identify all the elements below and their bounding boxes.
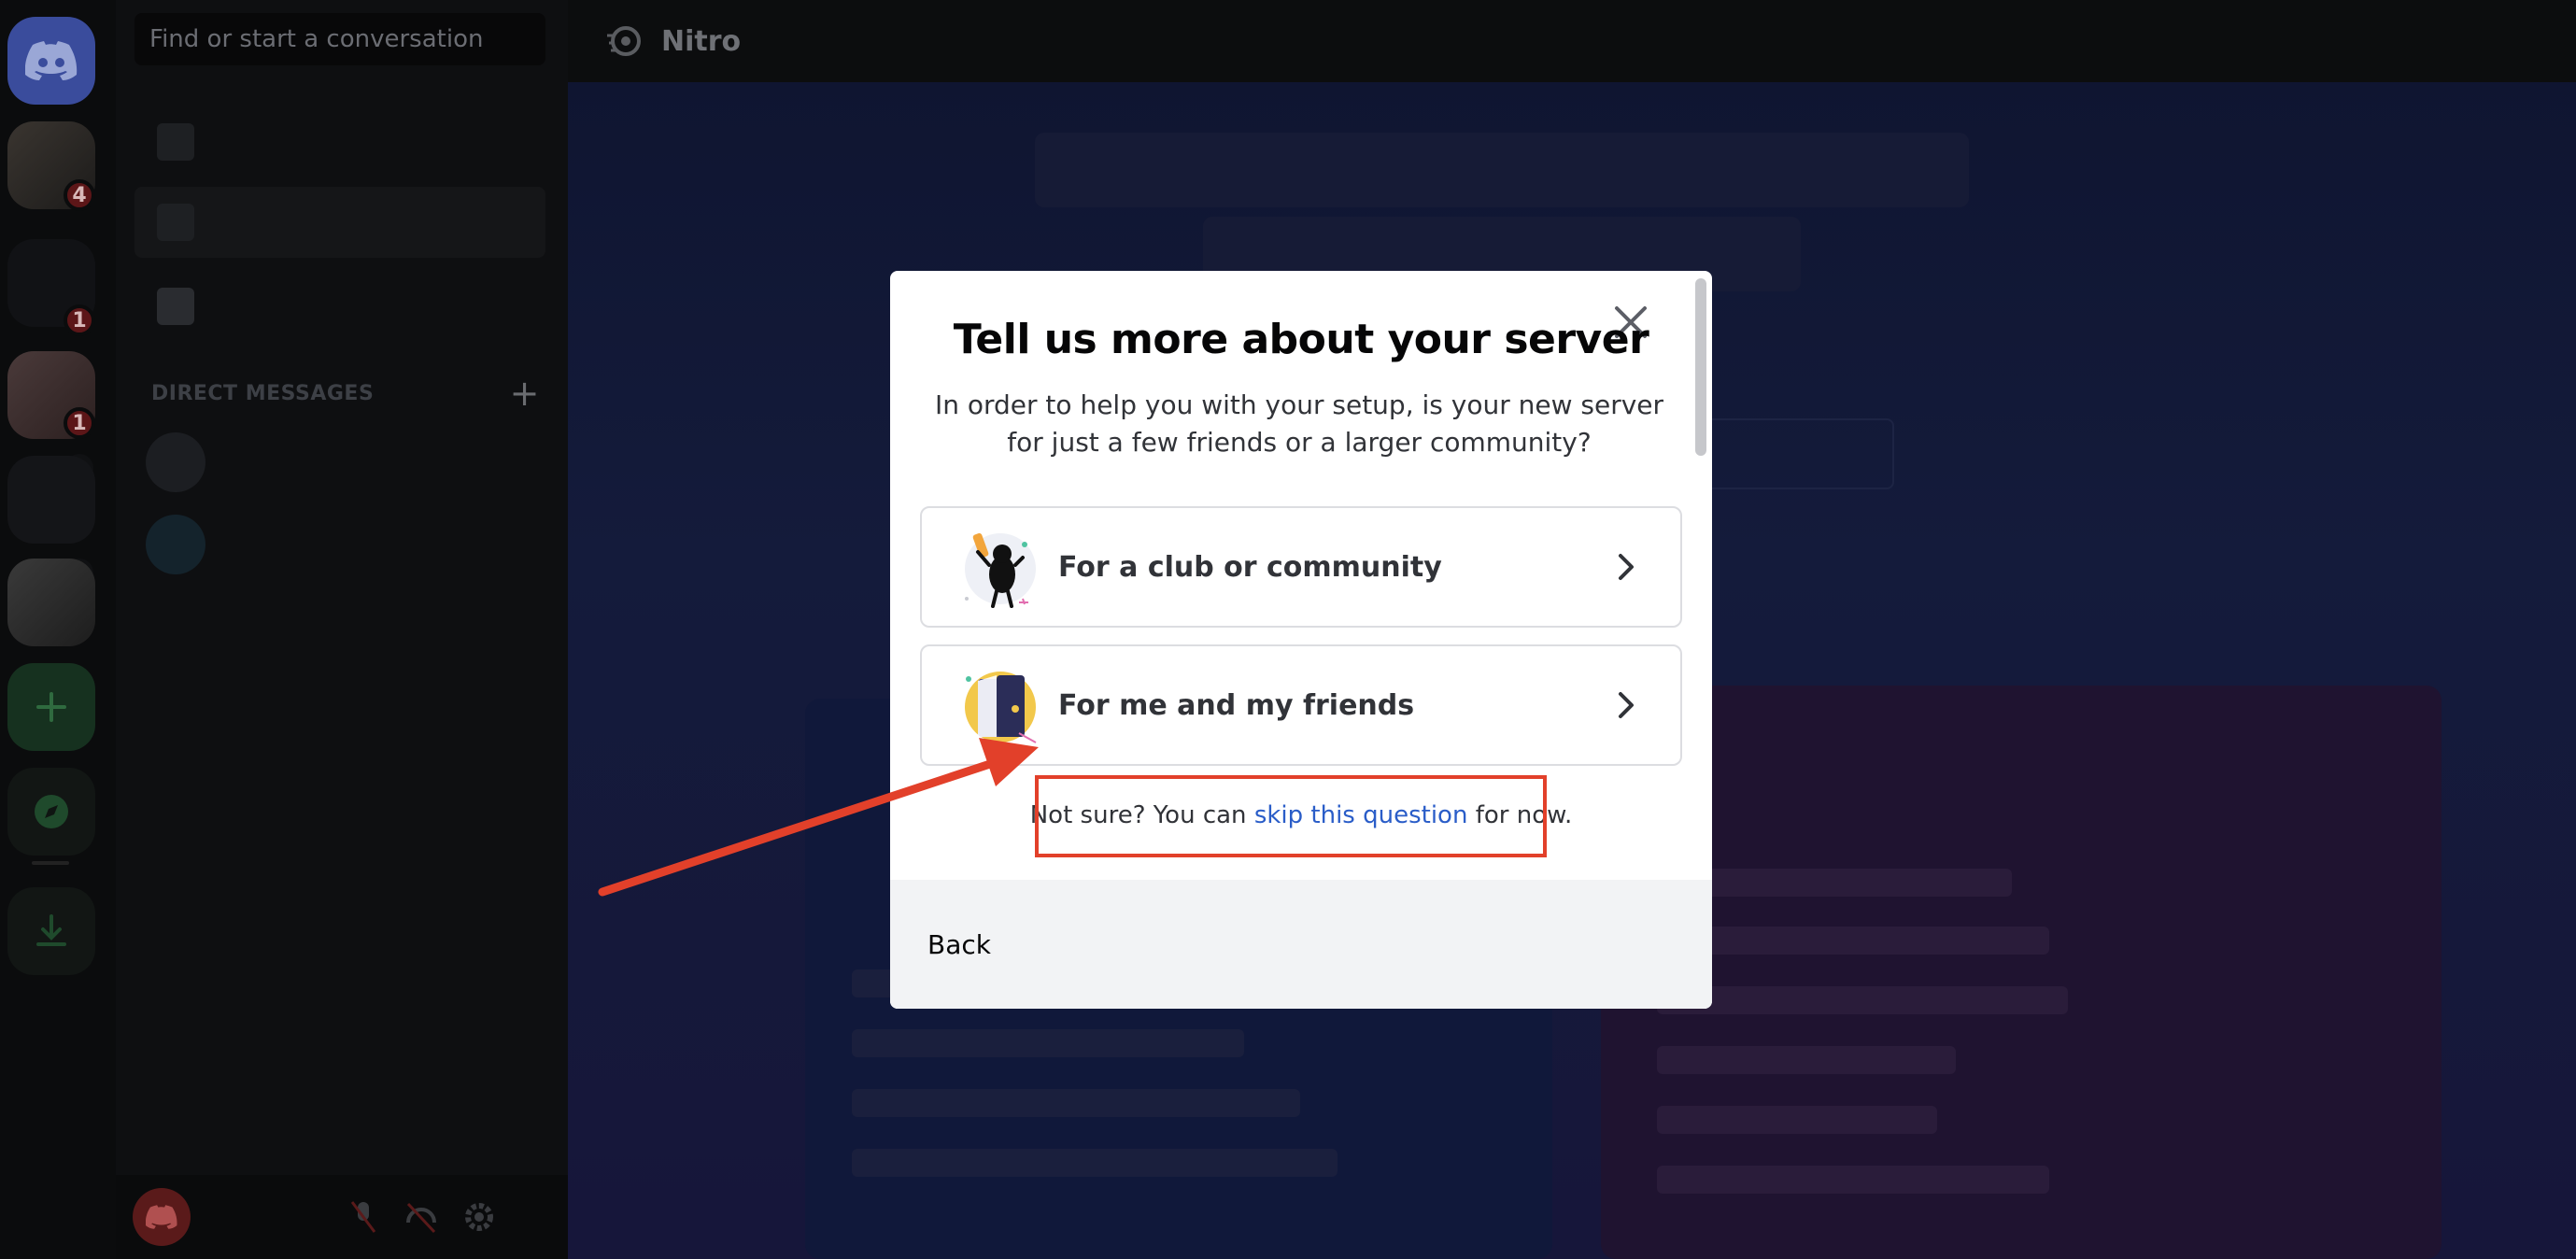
friends-icon	[965, 672, 1037, 743]
header-bar: Nitro	[568, 0, 2576, 82]
page-title: Nitro	[661, 24, 742, 58]
server-rail: 4 1 1 🔊 🔊	[0, 0, 116, 1259]
dm-list-item[interactable]	[146, 512, 538, 577]
rail-divider	[32, 861, 69, 865]
search-input[interactable]: Find or start a conversation	[134, 13, 545, 65]
back-button[interactable]: Back	[927, 929, 991, 960]
modal-description: In order to help you with your setup, is…	[934, 389, 1664, 458]
modal-footer: Back	[890, 880, 1712, 1009]
chevron-right-icon	[1619, 554, 1634, 580]
sidebar-item-shop[interactable]	[134, 271, 545, 342]
nitro-icon	[607, 26, 641, 56]
dm-list-item[interactable]	[146, 430, 538, 495]
friends-icon	[157, 123, 194, 161]
annotation-highlight-box	[1035, 775, 1547, 857]
discord-logo-icon	[146, 1205, 177, 1229]
chevron-right-icon	[1619, 692, 1634, 718]
create-server-modal: Tell us more about your server In order …	[890, 271, 1712, 1009]
plus-icon	[36, 692, 66, 722]
option-label: For me and my friends	[1058, 688, 1415, 722]
shop-icon	[157, 288, 194, 325]
sidebar-item-nitro[interactable]	[134, 187, 545, 258]
microphone-icon[interactable]	[342, 1195, 385, 1238]
modal-scrollbar[interactable]	[1695, 278, 1706, 456]
headphones-icon[interactable]	[400, 1195, 443, 1238]
option-friends-button[interactable]: For me and my friends	[920, 644, 1682, 766]
app-window: 4 1 1 🔊 🔊 Find or start a conversat	[0, 0, 2576, 1259]
mention-badge: 1	[64, 407, 95, 439]
add-server-button[interactable]	[7, 663, 95, 751]
user-panel	[116, 1175, 568, 1259]
discord-logo-icon	[25, 41, 78, 80]
avatar	[146, 515, 205, 574]
compass-icon	[35, 795, 68, 828]
discord-home-button[interactable]	[7, 17, 95, 105]
modal-title: Tell us more about your server	[953, 316, 1649, 363]
sidebar-item-friends[interactable]	[134, 106, 545, 177]
nitro-card	[1601, 686, 2442, 1259]
option-label: For a club or community	[1058, 550, 1442, 584]
settings-gear-icon[interactable]	[458, 1195, 501, 1238]
nitro-icon	[157, 204, 194, 241]
club-community-icon	[965, 532, 1036, 608]
user-avatar[interactable]	[133, 1188, 191, 1246]
download-apps-button[interactable]	[7, 887, 95, 975]
server-icon[interactable]	[7, 456, 95, 544]
server-icon[interactable]	[7, 559, 95, 646]
explore-servers-button[interactable]	[7, 768, 95, 856]
option-club-community-button[interactable]: For a club or community	[920, 506, 1682, 628]
dm-header-label: DIRECT MESSAGES	[151, 381, 375, 405]
avatar	[146, 432, 205, 492]
dm-sidebar: Find or start a conversation DIRECT MESS…	[116, 0, 568, 1259]
download-icon	[36, 914, 66, 946]
create-dm-icon[interactable]: +	[510, 375, 540, 411]
mention-badge: 4	[64, 179, 95, 211]
dm-section-header: DIRECT MESSAGES +	[151, 375, 540, 411]
mention-badge: 1	[64, 304, 95, 336]
